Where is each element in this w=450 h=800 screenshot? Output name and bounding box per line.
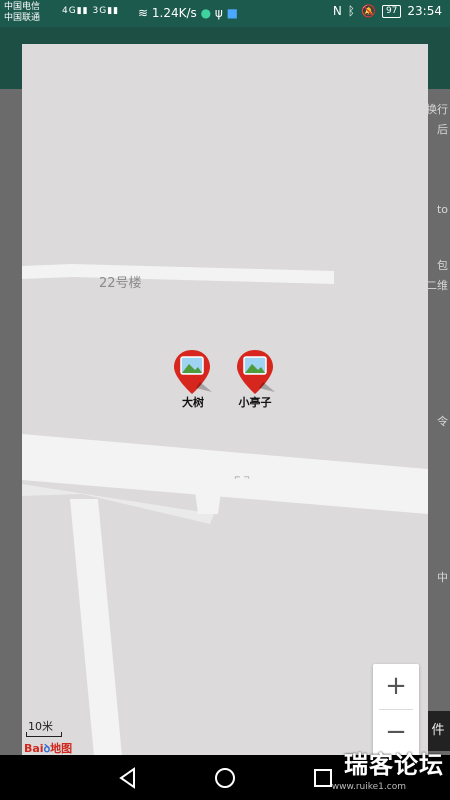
marker-label: 小亭子 xyxy=(238,396,272,409)
marker-label: 大树 xyxy=(182,396,204,409)
bluetooth-icon: ᛒ xyxy=(347,4,355,18)
road-connector xyxy=(194,484,222,514)
carrier-labels: 中国电信 中国联通 xyxy=(4,2,40,24)
background-text: 包 xyxy=(437,259,448,272)
back-icon[interactable] xyxy=(115,765,141,791)
battery-indicator: 97 xyxy=(381,4,402,18)
app-notification-icon: ● xyxy=(200,6,212,20)
watermark-url: www.ruike1.com xyxy=(331,782,406,792)
wifi-icon: ≋ xyxy=(138,6,149,20)
logo-text-2: 地图 xyxy=(50,742,73,755)
zoom-in-button[interactable]: + xyxy=(373,664,419,709)
building-label: 22号楼 xyxy=(99,276,142,291)
app-notification-icon-2: ■ xyxy=(226,6,239,20)
map-dialog: ⌐ ¬ 22号楼 大树 小亭子 + − 10米 Baiꝺ地图 xyxy=(22,44,428,756)
carrier-1: 中国电信 xyxy=(4,2,41,12)
map-marker-pin[interactable] xyxy=(235,348,279,396)
baidu-map-logo: Baiꝺ地图 xyxy=(24,740,72,756)
usb-icon: ψ xyxy=(214,6,223,20)
background-text: 令 xyxy=(437,415,448,428)
network-type-2: 3G xyxy=(92,6,108,16)
logo-text: Bai xyxy=(24,742,44,755)
carrier-2: 中国联通 xyxy=(4,13,41,23)
net-speed-label: 1.24K/s xyxy=(151,6,197,20)
mute-icon: 🔕 xyxy=(361,4,376,18)
status-right: N ᛒ 🔕 97 23:54 xyxy=(333,4,442,18)
map-ground xyxy=(22,44,428,756)
background-text: 换行 xyxy=(426,103,448,116)
status-bar: 中国电信 中国联通 4G▮▮ 3G▮▮ ≋ 1.24K/s ● ψ ■ N ᛒ … xyxy=(0,0,450,27)
background-text: 二维 xyxy=(426,279,448,292)
zoom-controls: + − xyxy=(373,664,419,756)
net-speed: ≋ 1.24K/s ● ψ ■ xyxy=(138,6,238,20)
home-icon[interactable] xyxy=(212,765,238,791)
network-type-1: 4G xyxy=(62,6,77,16)
road-mark: ⌐ ¬ xyxy=(234,473,250,482)
map-canvas[interactable]: ⌐ ¬ xyxy=(22,44,428,756)
clock: 23:54 xyxy=(407,4,442,18)
background-text: 后 xyxy=(437,123,448,136)
map-marker-pin[interactable] xyxy=(172,348,216,396)
signal-icon: 4G▮▮ 3G▮▮ xyxy=(62,6,120,16)
background-text: to xyxy=(436,203,448,216)
nfc-icon: N xyxy=(332,4,342,18)
scale-bar xyxy=(26,732,62,737)
watermark: 瑞客论坛 xyxy=(344,751,444,779)
background-text: 中 xyxy=(437,571,448,584)
